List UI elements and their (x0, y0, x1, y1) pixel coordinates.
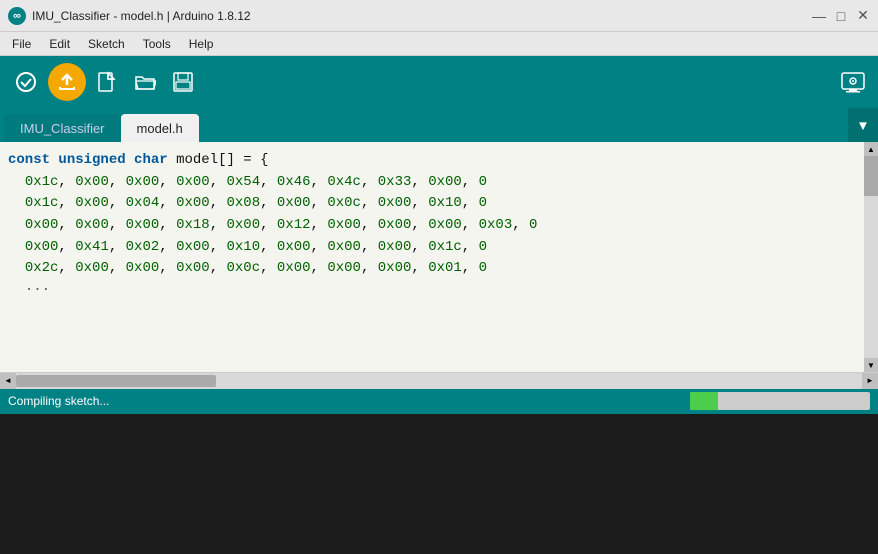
upload-button[interactable] (48, 63, 86, 101)
scroll-left-button[interactable]: ◄ (0, 373, 16, 389)
code-line-3: 0x00, 0x00, 0x00, 0x18, 0x00, 0x12, 0x00… (8, 215, 858, 237)
save-button[interactable] (166, 65, 200, 99)
serial-monitor-button[interactable] (836, 65, 870, 99)
scroll-down-button[interactable]: ▼ (864, 358, 878, 372)
tab-imu-classifier[interactable]: IMU_Classifier (4, 114, 121, 142)
minimize-button[interactable]: — (812, 9, 826, 23)
arduino-logo-icon: ∞ (8, 7, 26, 25)
menu-bar: File Edit Sketch Tools Help (0, 32, 878, 56)
tabs-bar: IMU_Classifier model.h ▼ (0, 108, 878, 142)
new-button[interactable] (90, 65, 124, 99)
vscroll-thumb[interactable] (864, 156, 878, 196)
black-area (0, 414, 878, 554)
tab-model-h[interactable]: model.h (121, 114, 199, 142)
close-button[interactable]: ✕ (856, 9, 870, 23)
title-controls: — □ ✕ (812, 9, 870, 23)
menu-help[interactable]: Help (181, 35, 222, 53)
code-line-0: const unsigned char model[] = { (8, 150, 858, 172)
menu-file[interactable]: File (4, 35, 39, 53)
maximize-button[interactable]: □ (834, 9, 848, 23)
toolbar (0, 56, 878, 108)
vertical-scrollbar: ▲ ▼ (864, 142, 878, 372)
code-line-6: ··· (8, 280, 858, 302)
status-text: Compiling sketch... (8, 394, 109, 408)
editor-container: const unsigned char model[] = { 0x1c, 0x… (0, 142, 878, 372)
progress-bar-container (690, 392, 870, 410)
code-line-4: 0x00, 0x41, 0x02, 0x00, 0x10, 0x00, 0x00… (8, 237, 858, 259)
code-line-1: 0x1c, 0x00, 0x00, 0x00, 0x54, 0x46, 0x4c… (8, 172, 858, 194)
hscroll-thumb[interactable] (16, 375, 216, 387)
menu-sketch[interactable]: Sketch (80, 35, 133, 53)
progress-bar-fill (690, 392, 718, 410)
title-bar: ∞ IMU_Classifier - model.h | Arduino 1.8… (0, 0, 878, 32)
menu-edit[interactable]: Edit (41, 35, 78, 53)
code-line-5: 0x2c, 0x00, 0x00, 0x00, 0x0c, 0x00, 0x00… (8, 258, 858, 280)
menu-tools[interactable]: Tools (135, 35, 179, 53)
scroll-right-button[interactable]: ► (862, 373, 878, 389)
title-left: ∞ IMU_Classifier - model.h | Arduino 1.8… (8, 7, 251, 25)
tabs-dropdown-button[interactable]: ▼ (848, 108, 878, 142)
scroll-up-button[interactable]: ▲ (864, 142, 878, 156)
status-bar: Compiling sketch... (0, 388, 878, 414)
code-editor[interactable]: const unsigned char model[] = { 0x1c, 0x… (0, 142, 878, 372)
open-button[interactable] (128, 65, 162, 99)
code-line-2: 0x1c, 0x00, 0x04, 0x00, 0x08, 0x00, 0x0c… (8, 193, 858, 215)
hscroll-track (16, 373, 862, 389)
horizontal-scrollbar: ◄ ► (0, 372, 878, 388)
vscroll-track (864, 156, 878, 358)
title-text: IMU_Classifier - model.h | Arduino 1.8.1… (32, 9, 251, 23)
verify-button[interactable] (8, 64, 44, 100)
